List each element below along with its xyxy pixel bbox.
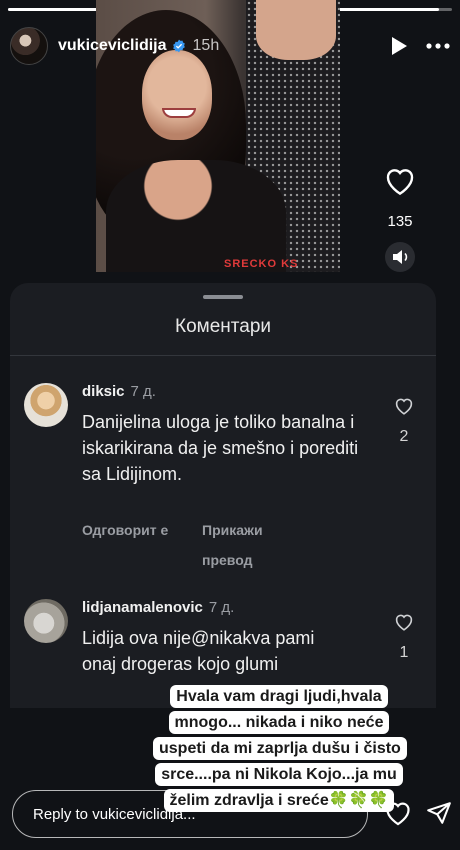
comment-time: 7 д. bbox=[208, 599, 235, 616]
play-icon[interactable] bbox=[390, 36, 408, 56]
reply-input[interactable]: Reply to vukiceviclidija... bbox=[12, 790, 368, 838]
reply-button[interactable]: Одговорит е bbox=[82, 515, 182, 545]
comment-like: 1 bbox=[390, 613, 418, 662]
divider bbox=[10, 355, 436, 356]
comment-like: 2 bbox=[390, 397, 418, 446]
comments-title: Коментари bbox=[175, 316, 271, 337]
sheet-grabber[interactable] bbox=[203, 295, 243, 299]
heart-icon[interactable] bbox=[384, 800, 412, 831]
comments-sheet[interactable]: Коментари diksic 7 д. Danijelina uloga je… bbox=[10, 283, 436, 708]
story-header: vukiceviclidija 15h bbox=[10, 24, 450, 68]
avatar[interactable] bbox=[24, 383, 68, 427]
comment-username[interactable]: diksic bbox=[82, 383, 125, 400]
comment-username[interactable]: lidjanamalenovic bbox=[82, 599, 203, 616]
send-icon[interactable] bbox=[426, 800, 452, 831]
story-username[interactable]: vukiceviclidija bbox=[58, 37, 167, 55]
comment-text: Danijelina uloga je toliko banalna i isk… bbox=[82, 412, 359, 484]
avatar[interactable] bbox=[24, 599, 68, 643]
verified-badge-icon bbox=[172, 39, 185, 53]
story-time-ago: 15h bbox=[192, 37, 220, 54]
heart-icon[interactable] bbox=[394, 613, 414, 636]
story-side-actions: 135 bbox=[378, 166, 422, 279]
avatar[interactable] bbox=[10, 27, 48, 65]
heart-icon[interactable] bbox=[394, 397, 414, 420]
photo-watermark: SRECKO KS bbox=[224, 258, 299, 270]
speaker-icon[interactable] bbox=[383, 240, 417, 279]
comment-like-count: 1 bbox=[399, 644, 409, 661]
comment-like-count: 2 bbox=[399, 428, 409, 445]
heart-icon[interactable] bbox=[384, 166, 416, 201]
reply-placeholder: Reply to vukiceviclidija... bbox=[33, 805, 196, 823]
see-translation-button[interactable]: Прикажи превод bbox=[202, 515, 302, 575]
more-icon[interactable] bbox=[426, 43, 450, 49]
comment-time: 7 д. bbox=[130, 383, 156, 400]
story-viewer[interactable]: SRECKO KS vukiceviclidija 15h 135 Комент… bbox=[0, 0, 460, 850]
like-count: 135 bbox=[387, 213, 413, 230]
comment-text: Lidija ova nije@nikakva pami onaj droger… bbox=[82, 628, 315, 674]
